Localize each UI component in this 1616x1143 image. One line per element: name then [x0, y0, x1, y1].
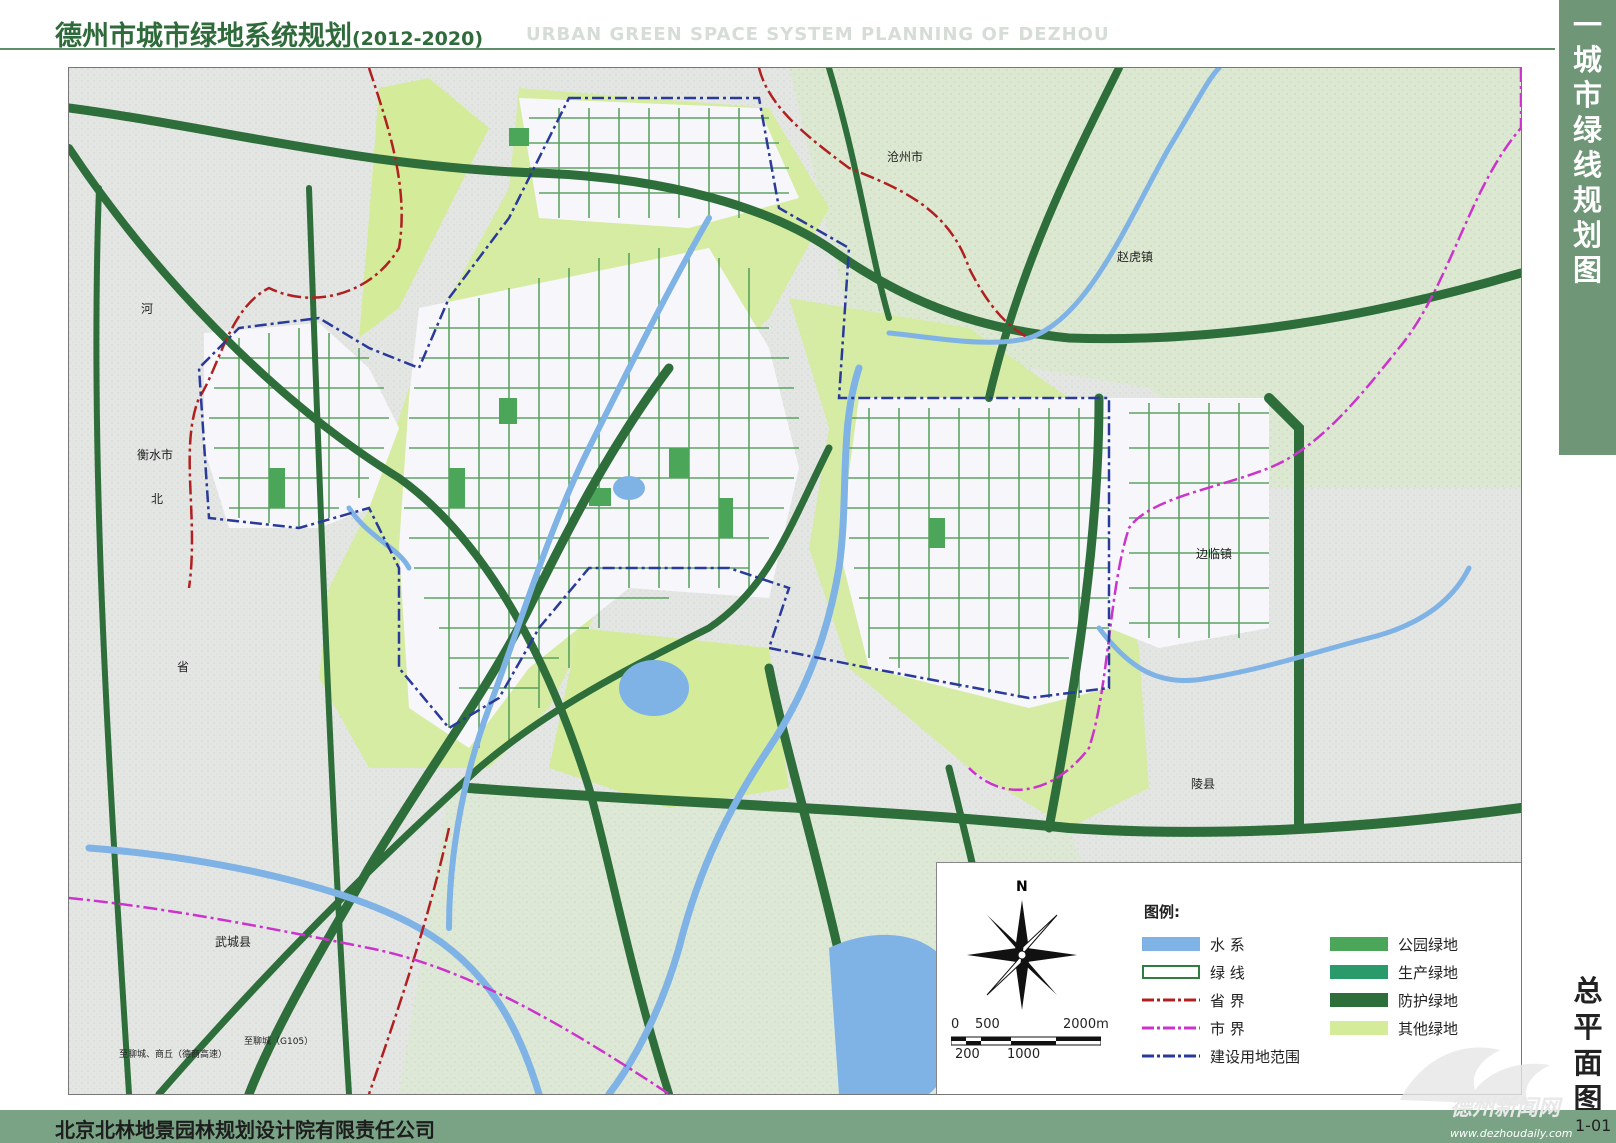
label-he: 河 [141, 302, 153, 316]
legend-label-protective-green: 防护绿地 [1398, 992, 1459, 1010]
urban-area-far-east [1109, 398, 1269, 648]
protective-green-swatch [1330, 993, 1388, 1007]
side-title-text: 一城市绿线规划图 [1572, 8, 1602, 287]
watermark-url: www.dezhoudaily.com [1450, 1127, 1573, 1140]
watermark-logo-icon: 德州新闻网 [1400, 1047, 1563, 1120]
footer-bar: 北京北林地景园林规划设计院有限责任公司 1-01 [0, 1110, 1616, 1143]
production-green-swatch [1330, 965, 1388, 979]
label-hengshui: 衡水市 [137, 447, 173, 462]
legend-label-water: 水 系 [1210, 936, 1245, 954]
side-title-block: 一城市绿线规划图 [1559, 0, 1616, 455]
north-label: N [1016, 879, 1028, 895]
legend-label-province-boundary: 省 界 [1210, 992, 1245, 1010]
legend-label-greenline: 绿 线 [1210, 964, 1245, 982]
header-bar: 德州市城市绿地系统规划(2012-2020) URBAN GREEN SPACE… [0, 0, 1555, 52]
city-boundary-swatch [1142, 1026, 1200, 1030]
label-bei: 北 [151, 492, 163, 506]
lake-central [619, 660, 689, 716]
park-green-swatch [1330, 937, 1388, 951]
urban-area-east [839, 398, 1109, 708]
organization-name: 北京北林地景园林规划设计院有限责任公司 [55, 1118, 435, 1142]
label-road-g105: 至聊城（G105） [244, 1035, 313, 1047]
scale-label-500: 500 [975, 1017, 1000, 1032]
label-cangzhou: 沧州市 [887, 149, 923, 164]
greenline-swatch [1142, 965, 1200, 979]
province-boundary-swatch [1142, 998, 1200, 1002]
lake-small-north [613, 476, 645, 500]
map-title-english: URBAN GREEN SPACE SYSTEM PLANNING OF DEZ… [526, 24, 1110, 45]
construction-land-swatch [1142, 1054, 1200, 1058]
legend-label-construction-land: 建设用地范围 [1210, 1048, 1301, 1066]
title-years: (2012-2020) [352, 28, 484, 50]
legend-label-city-boundary: 市 界 [1210, 1020, 1245, 1038]
legend-label-production-green: 生产绿地 [1398, 964, 1459, 982]
label-bianlin: 边临镇 [1196, 547, 1232, 561]
legend-title: 图例: [1144, 903, 1180, 921]
label-lingxian: 陵县 [1191, 777, 1215, 791]
label-zhaohu: 赵虎镇 [1117, 250, 1153, 264]
north-arrow-icon [967, 900, 1077, 1010]
header-divider [0, 48, 1555, 50]
label-sheng: 省 [177, 660, 189, 674]
watermark-text: 德州新闻网 [1450, 1095, 1563, 1120]
legend-label-park-green: 公园绿地 [1398, 936, 1459, 954]
scale-label-1000: 1000 [1007, 1047, 1041, 1062]
scale-label-0: 0 [951, 1017, 960, 1032]
label-wucheng: 武城县 [215, 935, 251, 949]
water-swatch [1142, 937, 1200, 951]
label-road-dezhou-shang: 至聊城、商丘（德商高速） [119, 1048, 227, 1060]
scale-label-200: 200 [955, 1047, 980, 1062]
scale-label-2000m: 2000m [1063, 1017, 1109, 1032]
